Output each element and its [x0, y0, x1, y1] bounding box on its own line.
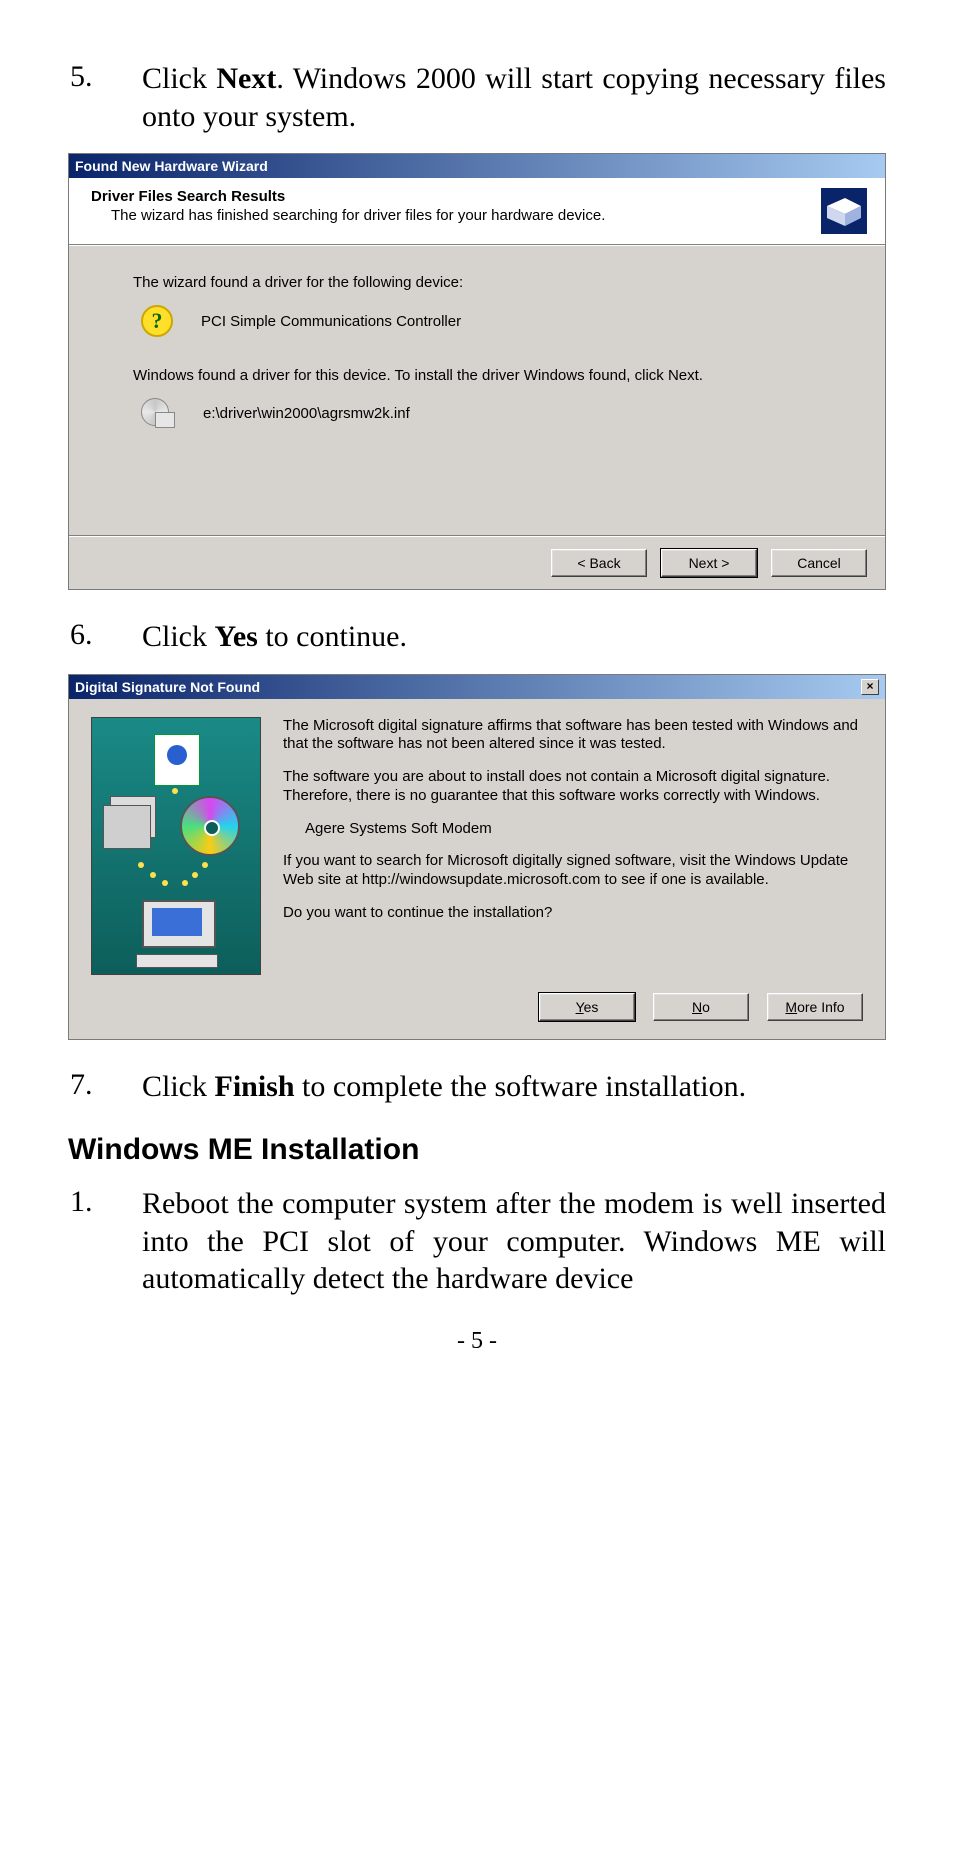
step-number: 5.	[68, 60, 142, 135]
signature-graphic	[91, 717, 261, 975]
dialog-paragraph: If you want to search for Microsoft digi…	[283, 852, 863, 890]
step-number: 6.	[68, 618, 142, 656]
dialog-paragraph: The Microsoft digital signature affirms …	[283, 717, 863, 755]
more-info-button[interactable]: More Info	[767, 993, 863, 1021]
step-number: 7.	[68, 1068, 142, 1106]
next-button[interactable]: Next >	[661, 549, 757, 577]
dialog-paragraph: Do you want to continue the installation…	[283, 904, 863, 923]
digital-signature-dialog: Digital Signature Not Found × The Micros	[68, 674, 886, 1040]
yes-button[interactable]: Yes	[539, 993, 635, 1021]
question-icon: ?	[141, 305, 173, 337]
back-button[interactable]: < Back	[551, 549, 647, 577]
step-6: 6. Click Yes to continue.	[68, 618, 886, 656]
step-number: 1.	[68, 1185, 142, 1298]
no-button[interactable]: No	[653, 993, 749, 1021]
page-number: - 5 -	[68, 1328, 886, 1355]
dialog-title: Digital Signature Not Found	[75, 679, 260, 695]
device-name: PCI Simple Communications Controller	[201, 313, 461, 330]
dialog-titlebar: Found New Hardware Wizard	[69, 154, 885, 178]
dialog-title: Found New Hardware Wizard	[75, 158, 268, 174]
dialog-button-row: < Back Next > Cancel	[69, 537, 885, 589]
dialog-titlebar: Digital Signature Not Found ×	[69, 675, 885, 699]
dialog-header-title: Driver Files Search Results	[91, 188, 809, 205]
dialog-button-row: Yes No More Info	[69, 993, 885, 1039]
hardware-icon	[821, 188, 867, 234]
step-7: 7. Click Finish to complete the software…	[68, 1068, 886, 1106]
dialog-text-line: The wizard found a driver for the follow…	[133, 274, 861, 291]
cd-icon	[141, 398, 175, 428]
close-icon[interactable]: ×	[861, 679, 879, 695]
inf-path: e:\driver\win2000\agrsmw2k.inf	[203, 405, 410, 422]
dialog-text-line: Windows found a driver for this device. …	[133, 367, 861, 384]
section-heading: Windows ME Installation	[68, 1133, 886, 1167]
document-page: 5. Click Next. Windows 2000 will start c…	[0, 0, 954, 1395]
step-5: 5. Click Next. Windows 2000 will start c…	[68, 60, 886, 135]
dialog-header: Driver Files Search Results The wizard h…	[69, 178, 885, 245]
dialog-text-column: The Microsoft digital signature affirms …	[283, 717, 863, 975]
step-me-1: 1. Reboot the computer system after the …	[68, 1185, 886, 1298]
step-text: Click Yes to continue.	[142, 618, 886, 656]
dialog-header-subtitle: The wizard has finished searching for dr…	[91, 207, 809, 224]
step-text: Click Next. Windows 2000 will start copy…	[142, 60, 886, 135]
found-new-hardware-wizard-dialog: Found New Hardware Wizard Driver Files S…	[68, 153, 886, 590]
cancel-button[interactable]: Cancel	[771, 549, 867, 577]
step-text: Reboot the computer system after the mod…	[142, 1185, 886, 1298]
device-name: Agere Systems Soft Modem	[283, 820, 863, 839]
dialog-body: The Microsoft digital signature affirms …	[69, 699, 885, 993]
step-text: Click Finish to complete the software in…	[142, 1068, 886, 1106]
dialog-body: The wizard found a driver for the follow…	[69, 245, 885, 535]
dialog-paragraph: The software you are about to install do…	[283, 768, 863, 806]
